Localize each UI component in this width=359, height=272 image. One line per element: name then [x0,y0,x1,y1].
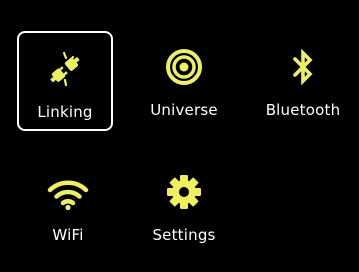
menu-item-linking[interactable]: Linking [17,31,113,131]
menu-item-label: Universe [150,101,218,119]
menu-item-label: Bluetooth [265,101,341,119]
plug-link-icon [19,49,111,87]
wifi-icon [20,172,116,211]
menu-item-bluetooth[interactable]: Bluetooth [255,31,351,131]
menu-item-wifi[interactable]: WiFi [20,156,116,256]
main-menu-grid: Linking Universe Bluetooth WiFi Settings [0,0,359,272]
menu-item-label: Settings [152,226,216,244]
menu-item-settings[interactable]: Settings [136,156,232,256]
target-rings-icon [136,47,232,85]
bluetooth-icon [255,47,351,86]
gear-icon [136,172,232,210]
menu-item-label: Linking [37,103,93,121]
menu-item-universe[interactable]: Universe [136,31,232,131]
